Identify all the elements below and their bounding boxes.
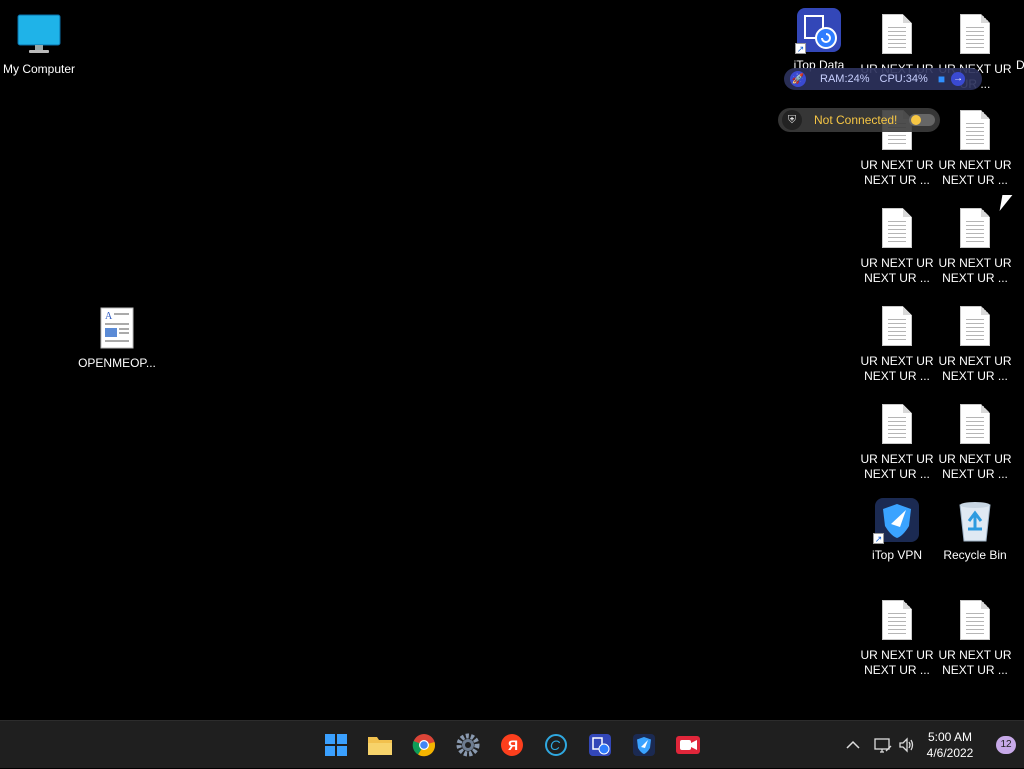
text-file-icon (960, 306, 990, 346)
gear-icon (456, 733, 480, 757)
text-file-icon (882, 306, 912, 346)
itop-vpn-button[interactable] (630, 731, 658, 759)
text-file-icon (882, 404, 912, 444)
vpn-shield-icon: ⛨ (782, 110, 802, 130)
clock-date: 4/6/2022 (926, 746, 974, 760)
recycle-bin-icon (951, 496, 999, 544)
file-label: UR NEXT UR NEXT UR ... (938, 256, 1012, 285)
openmeop-file-item[interactable]: A OPENMEOP... (78, 304, 156, 371)
taskbar: Я C 5:00 AM 4/6/2022 12 (0, 720, 1024, 768)
file-label: UR NEXT UR NEXT UR ... (860, 452, 934, 481)
start-button[interactable] (322, 731, 350, 759)
shortcut-arrow-icon: ↗ (873, 533, 884, 544)
document-icon: A (93, 304, 141, 352)
yandex-icon: Я (501, 734, 523, 756)
file-item[interactable]: UR NEXT UR NEXT UR ... (858, 400, 936, 482)
itop-data-recovery-icon (589, 734, 611, 756)
file-item[interactable]: UR NEXT UR NEXT UR ... (858, 204, 936, 286)
yandex-browser-button[interactable]: Я (498, 731, 526, 759)
file-label: UR NEXT UR NEXT UR ... (860, 256, 934, 285)
file-item[interactable]: UR NEXT UR (858, 10, 936, 77)
itop-vpn-label: iTop VPN (871, 548, 923, 562)
my-computer-icon-item[interactable]: My Computer (0, 10, 78, 77)
recycle-bin-item[interactable]: Recycle Bin (936, 496, 1014, 563)
file-label: UR NEXT UR NEXT UR ... (938, 648, 1012, 677)
shortcut-arrow-icon: ↗ (795, 43, 806, 54)
notification-badge[interactable]: 12 (996, 736, 1016, 754)
itop-data-recovery-button[interactable] (586, 731, 614, 759)
svg-text:A: A (105, 311, 113, 322)
openmeop-label: OPENMEOP... (78, 356, 156, 370)
vpn-status-widget[interactable]: ⛨ Not Connected! (778, 108, 940, 132)
text-file-icon (882, 208, 912, 248)
file-label: UR NEXT UR NEXT UR ... (860, 354, 934, 383)
vpn-shield-icon (633, 734, 655, 756)
text-file-icon (960, 404, 990, 444)
my-computer-label: My Computer (2, 62, 76, 76)
cpu-usage: CPU:34% (879, 73, 928, 85)
svg-text:C: C (550, 737, 561, 753)
svg-text:Я: Я (508, 737, 518, 753)
file-label: UR NEXT UR NEXT UR ... (938, 354, 1012, 383)
settings-button[interactable] (454, 731, 482, 759)
chrome-button[interactable] (410, 731, 438, 759)
itop-vpn-icon: ↗ (873, 496, 921, 544)
file-label: UR NEXT UR NEXT UR ... (860, 158, 934, 187)
performance-monitor-widget[interactable]: 🚀 RAM:24% CPU:34% ■ → (784, 68, 982, 90)
rocket-icon[interactable]: 🚀 (790, 71, 806, 87)
monitor-icon (15, 10, 63, 58)
vpn-toggle[interactable] (909, 114, 936, 126)
file-label: UR NEXT UR NEXT UR ... (860, 648, 934, 677)
text-file-icon (960, 208, 990, 248)
itop-data-recovery-icon: ↗ (795, 6, 843, 54)
file-item[interactable]: UR NEXT UR NEXT UR ... (858, 302, 936, 384)
text-file-icon (882, 14, 912, 54)
recycle-bin-label: Recycle Bin (943, 548, 1007, 562)
ccleaner-icon: C (545, 734, 567, 756)
screen-recorder-icon (676, 736, 700, 754)
network-icon[interactable] (874, 721, 892, 769)
vpn-status-text: Not Connected! (814, 113, 898, 127)
clock[interactable]: 5:00 AM 4/6/2022 (920, 729, 980, 761)
volume-icon[interactable] (898, 721, 916, 769)
partial-icon-label: D (1016, 58, 1024, 72)
file-explorer-button[interactable] (366, 731, 394, 759)
camera-icon[interactable]: ■ (938, 72, 945, 86)
file-item[interactable]: UR NEXT UR NEXT UR ... (936, 204, 1014, 286)
arrow-right-icon[interactable]: → (951, 72, 966, 86)
file-item[interactable]: UR NEXT UR NEXT UR ... (936, 302, 1014, 384)
clock-time: 5:00 AM (927, 730, 973, 744)
itop-vpn-item[interactable]: ↗ iTop VPN (858, 496, 936, 563)
file-item[interactable]: UR NEXT UR NEXT UR ... (936, 596, 1014, 678)
chrome-icon (412, 734, 436, 757)
text-file-icon (960, 600, 990, 640)
tray-overflow-chevron-icon[interactable] (846, 721, 860, 769)
file-item[interactable]: UR NEXT UR NEXT UR ... (936, 400, 1014, 482)
text-file-icon (882, 600, 912, 640)
ccleaner-button[interactable]: C (542, 731, 570, 759)
itop-data-item[interactable]: ↗ iTop Data (780, 6, 858, 73)
file-item[interactable]: UR NEXT UR NEXT UR ... (858, 596, 936, 678)
screen-recorder-button[interactable] (674, 731, 702, 759)
windows-logo-icon (325, 734, 347, 756)
folder-icon (368, 737, 392, 755)
file-label: UR NEXT UR NEXT UR ... (938, 158, 1012, 187)
ram-usage: RAM:24% (820, 73, 870, 85)
file-item[interactable]: UR NEXT UR NEXT UR ... (936, 106, 1014, 188)
text-file-icon (960, 110, 990, 150)
file-label: UR NEXT UR NEXT UR ... (938, 452, 1012, 481)
text-file-icon (960, 14, 990, 54)
